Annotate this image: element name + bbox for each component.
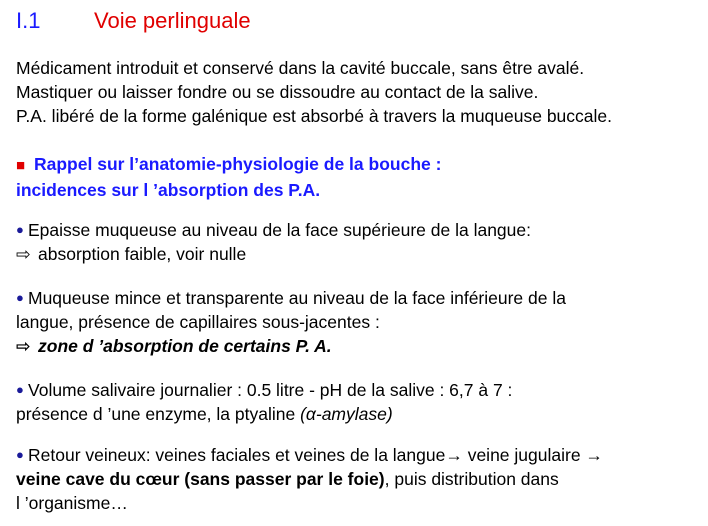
intro-line: P.A. libéré de la forme galénique est ab…: [16, 106, 613, 126]
section-heading: I.1 Voie perlinguale: [16, 8, 251, 34]
rappel-line: Rappel sur l’anatomie-physiologie de la …: [34, 154, 442, 174]
bullet-text: zone d ’absorption de certains P. A.: [38, 336, 332, 356]
bullet-text: présence d ’une enzyme, la ptyaline: [16, 404, 301, 424]
bullet-text: Retour veineux: veines faciales et veine…: [28, 445, 603, 465]
intro-line: Médicament introduit et conservé dans la…: [16, 58, 585, 78]
arrow-right-icon: ⇨: [16, 336, 31, 356]
bullet-point-retour-veineux: ● Retour veineux: veines faciales et vein…: [16, 443, 700, 515]
rappel-line: incidences sur l ’absorption des P.A.: [16, 180, 321, 200]
bullet-text: , puis distribution dans: [384, 469, 559, 489]
bullet-text: langue, présence de capillaires sous-jac…: [16, 312, 380, 332]
paren: ): [386, 404, 393, 424]
bullet-text: Muqueuse mince et transparente au niveau…: [28, 288, 566, 308]
intro-paragraph: Médicament introduit et conservé dans la…: [16, 56, 700, 128]
bullet-point-muqueuse-superieure: ● Epaisse muqueuse au niveau de la face s…: [16, 218, 700, 266]
section-number: I.1: [16, 8, 41, 33]
bullet-point-muqueuse-inferieure: ● Muqueuse mince et transparente au nivea…: [16, 286, 700, 358]
alpha-symbol: α: [305, 404, 316, 424]
arrow-right-icon: ⇨: [16, 244, 31, 264]
enzyme-name: -amylase: [315, 404, 387, 424]
section-title: Voie perlinguale: [94, 8, 251, 33]
rappel-heading: ■ Rappel sur l’anatomie-physiologie de la…: [16, 152, 700, 202]
bullet-point-volume-salivaire: ● Volume salivaire journalier : 0.5 litre…: [16, 378, 700, 426]
bullet-text: absorption faible, voir nulle: [38, 244, 247, 264]
bullet-icon: ●: [16, 290, 24, 305]
bullet-text: l ’organisme…: [16, 493, 128, 513]
slide: I.1 Voie perlinguale Médicament introduit…: [0, 0, 708, 526]
bullet-icon: ●: [16, 222, 24, 237]
bullet-text: Volume salivaire journalier : 0.5 litre …: [28, 380, 513, 400]
intro-line: Mastiquer ou laisser fondre ou se dissou…: [16, 82, 539, 102]
bullet-icon: ●: [16, 447, 24, 462]
bullet-text: Epaisse muqueuse au niveau de la face su…: [28, 220, 531, 240]
bullet-text-bold: veine cave du cœur (sans passer par le f…: [16, 469, 385, 489]
square-bullet-icon: ■: [16, 157, 26, 174]
bullet-icon: ●: [16, 382, 24, 397]
